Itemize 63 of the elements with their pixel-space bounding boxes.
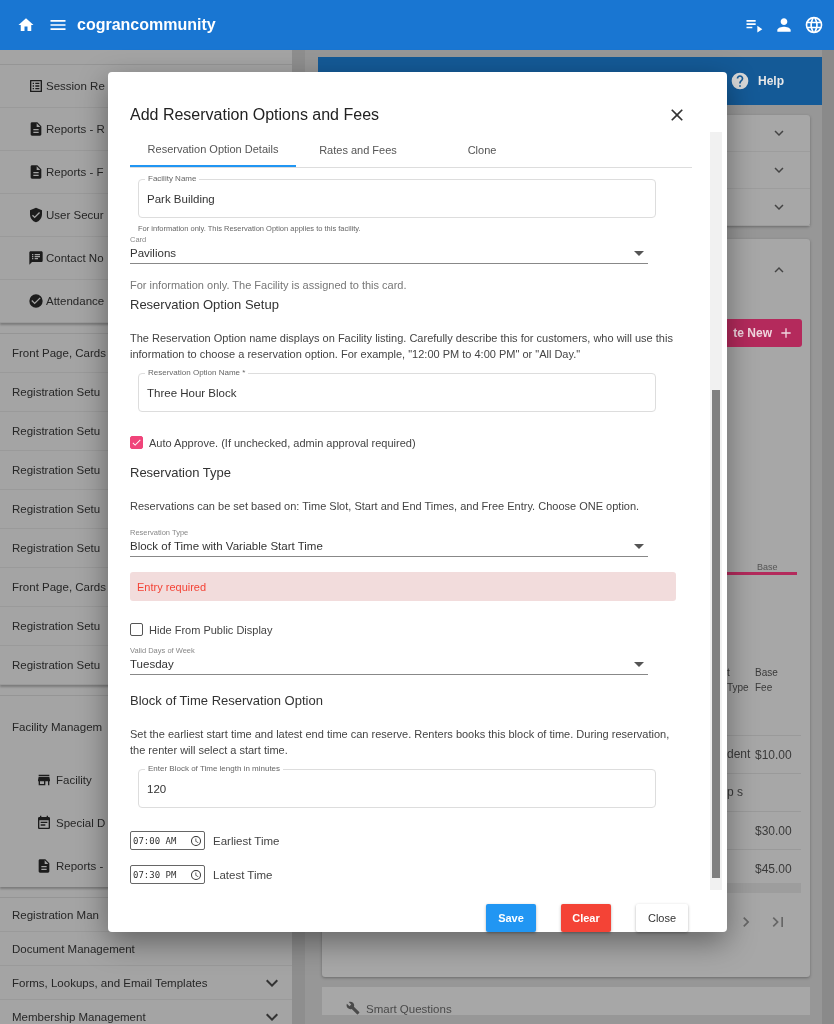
checkbox-label: Auto Approve. (If unchecked, admin approval required) xyxy=(149,436,416,449)
error-alert: Entry required xyxy=(130,572,676,601)
sidebar-item[interactable]: Contact No xyxy=(46,252,104,264)
dialog-button[interactable]: Clear xyxy=(561,904,611,932)
sidebar-item[interactable]: Session Re xyxy=(46,80,105,92)
sidebar-item[interactable]: Registration Setu xyxy=(12,620,101,632)
create-new-button[interactable]: te New xyxy=(724,319,802,347)
field-value: Block of Time with Variable Start Time xyxy=(130,540,323,552)
sidebar-item[interactable]: Registration Setu xyxy=(12,503,101,515)
description-text: The Reservation Option name displays on Facility listing. Carefully describe this for customers, who will use this information to choose a reservation option. For example, "12:00 PM to 4:00 PM" or "All Day." xyxy=(130,331,674,362)
field-value: Park Building xyxy=(147,192,215,205)
sidebar-item[interactable]: Front Page, Cards xyxy=(12,581,106,593)
sidebar-item[interactable]: Special D xyxy=(56,816,106,829)
sidebar-item[interactable]: Reports - xyxy=(56,859,104,872)
field-value: Three Hour Block xyxy=(147,386,237,399)
time-field[interactable]: 07:30 PM xyxy=(130,865,205,884)
sidebar-item[interactable]: Front Page, Cards xyxy=(12,347,106,359)
table-cell-text: $45.00 xyxy=(755,861,793,876)
sidebar-item[interactable]: Facility xyxy=(56,773,92,786)
sidebar-item[interactable]: Document Management xyxy=(12,942,135,955)
column-header: Base Fee xyxy=(755,666,779,695)
sidebar-item[interactable]: Forms, Lookups, and Email Templates xyxy=(12,976,208,989)
dialog-button[interactable]: Close xyxy=(636,904,688,932)
time-label: Earliest Time xyxy=(213,834,280,847)
panel-title[interactable]: Smart Questions xyxy=(366,1003,452,1015)
field-label: Reservation Option Name * xyxy=(145,368,249,377)
tab[interactable]: Clone xyxy=(420,133,544,167)
tab[interactable]: Rates and Fees xyxy=(296,133,420,167)
field-value: Tuesday xyxy=(130,658,174,670)
section-heading: Reservation Type xyxy=(130,465,232,480)
dialog-title: Add Reservation Options and Fees xyxy=(130,105,380,124)
description-text: Set the earliest start time and latest end time can reserve. Renters books this block of time. During reservation, the renter will select a start time. xyxy=(130,727,671,758)
tab[interactable]: Reservation Option Details xyxy=(130,133,296,167)
sidebar-item[interactable]: User Secur xyxy=(46,209,104,221)
field-label: Facility Name xyxy=(145,174,200,183)
column-header: t Type xyxy=(727,666,749,695)
sidebar-item[interactable]: Registration Setu xyxy=(12,464,101,476)
field-value: Pavilions xyxy=(130,247,177,259)
section-heading: Reservation Option Setup xyxy=(130,297,280,312)
description-text: Reservations can be set based on: Time Slot, Start and End Times, and Free Entry. Choose ONE option. xyxy=(130,499,641,514)
table-cell-text: $30.00 xyxy=(755,823,793,838)
sidebar-section-title[interactable]: Facility Managem xyxy=(12,721,103,733)
table-cell-text: p s xyxy=(727,785,744,800)
hint-text: For information only. The Facility is assigned to this card. xyxy=(130,279,408,291)
table-cell-text: dent xyxy=(727,747,752,762)
help-link[interactable]: Help xyxy=(758,74,784,88)
sidebar-item[interactable]: Reports - R xyxy=(46,123,105,135)
time-field[interactable]: 07:00 AM xyxy=(130,831,205,850)
sidebar-item[interactable]: Registration Setu xyxy=(12,386,101,398)
sidebar-item[interactable]: Registration Setu xyxy=(12,542,101,554)
sidebar-item[interactable]: Attendance xyxy=(46,295,105,307)
field-value: 120 xyxy=(147,782,167,795)
section-heading: Block of Time Reservation Option xyxy=(130,693,324,708)
checkbox-label: Hide From Public Display xyxy=(149,623,273,636)
sidebar-item[interactable]: Registration Man xyxy=(12,908,99,921)
app-title: cograncommunity xyxy=(77,16,216,34)
sidebar-item[interactable]: Registration Setu xyxy=(12,425,101,437)
sidebar-item[interactable]: Membership Management xyxy=(12,1010,146,1023)
table-cell-text: $10.00 xyxy=(755,747,793,762)
field-label: Enter Block of Time length in minutes xyxy=(145,764,284,773)
time-label: Latest Time xyxy=(213,868,273,881)
sidebar-item[interactable]: Registration Setu xyxy=(12,659,101,671)
sidebar-item[interactable]: Reports - F xyxy=(46,166,104,178)
